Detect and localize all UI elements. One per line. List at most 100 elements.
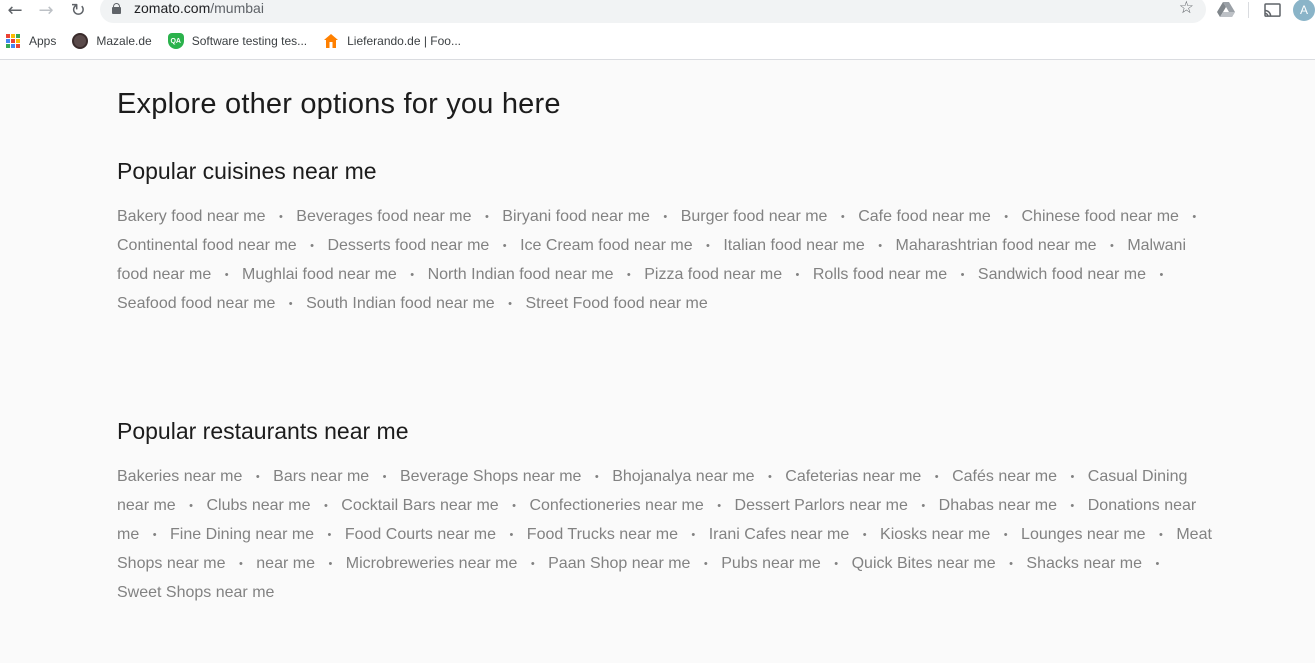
bookmark-software-testing[interactable]: QA Software testing tes... [167, 33, 307, 49]
restaurants-link[interactable]: Cafeterias near me [785, 468, 921, 485]
bookmark-apps[interactable]: Apps [6, 34, 56, 48]
restaurants-link[interactable]: Bakeries near me [117, 468, 242, 485]
restaurants-link[interactable]: Bars near me [273, 468, 369, 485]
cuisines-link[interactable]: Maharashtrian food near me [896, 237, 1097, 254]
cuisines-link[interactable]: Mughlai food near me [242, 266, 397, 283]
restaurants-link[interactable]: Cocktail Bars near me [341, 497, 498, 514]
profile-avatar[interactable]: A [1293, 0, 1315, 21]
cuisines-link[interactable]: Italian food near me [723, 237, 864, 254]
cast-icon[interactable] [1262, 0, 1282, 20]
qa-shield-favicon: QA [167, 33, 184, 49]
separator-dot: • [834, 558, 839, 570]
cuisines-link[interactable]: South Indian food near me [306, 295, 495, 312]
restaurants-link[interactable]: Confectioneries near me [529, 497, 703, 514]
bookmarks-bar: Apps Mazale.de QA Software testing tes..… [0, 30, 477, 52]
separator-dot: • [921, 500, 926, 512]
separator-dot: • [310, 240, 314, 252]
restaurants-link[interactable]: Clubs near me [206, 497, 310, 514]
cuisines-link[interactable]: Burger food near me [681, 208, 828, 225]
separator-dot: • [152, 529, 157, 541]
separator-dot: • [189, 500, 194, 512]
mazale-favicon [72, 33, 89, 49]
cuisines-link[interactable]: Seafood food near me [117, 295, 275, 312]
separator-dot: • [255, 471, 260, 483]
restaurants-link[interactable]: Shacks near me [1026, 555, 1142, 572]
separator-dot: • [626, 269, 631, 281]
url-text: zomato.com/mumbai [134, 0, 264, 16]
restaurants-link[interactable]: Microbreweries near me [346, 555, 518, 572]
restaurants-link[interactable]: Bhojanalya near me [612, 468, 754, 485]
bookmark-label: Lieferando.de | Foo... [347, 34, 461, 48]
toolbar-divider [1248, 2, 1249, 18]
separator-dot: • [1159, 269, 1164, 281]
separator-dot: • [327, 529, 332, 541]
lock-icon[interactable] [112, 3, 121, 14]
restaurants-link[interactable]: Pubs near me [721, 555, 821, 572]
cuisines-link[interactable]: Sandwich food near me [978, 266, 1146, 283]
separator-dot: • [278, 211, 283, 223]
forward-arrow-icon[interactable]: → [35, 0, 57, 21]
separator-dot: • [512, 500, 516, 512]
restaurants-link[interactable]: Food Trucks near me [527, 526, 678, 543]
separator-dot: • [706, 240, 710, 252]
restaurants-link[interactable]: Irani Cafes near me [709, 526, 850, 543]
google-drive-icon[interactable] [1216, 0, 1236, 20]
cuisines-link[interactable]: Continental food near me [117, 237, 297, 254]
reload-icon[interactable]: ↻ [67, 0, 89, 21]
restaurants-link[interactable]: Quick Bites near me [852, 555, 996, 572]
bookmark-lieferando[interactable]: Lieferando.de | Foo... [323, 33, 461, 49]
cuisines-heading: Popular cuisines near me [117, 158, 377, 184]
bookmark-star-icon[interactable]: ☆ [1179, 0, 1194, 18]
cuisines-link[interactable]: Beverages food near me [296, 208, 471, 225]
separator-dot: • [328, 558, 333, 570]
restaurants-link[interactable]: near me [256, 555, 315, 572]
restaurants-link[interactable]: Fine Dining near me [170, 526, 314, 543]
cuisines-link[interactable]: Pizza food near me [644, 266, 782, 283]
separator-dot: • [703, 558, 708, 570]
url-path: /mumbai [210, 0, 264, 16]
separator-dot: • [1070, 500, 1075, 512]
restaurants-link[interactable]: Lounges near me [1021, 526, 1146, 543]
cuisines-link[interactable]: Chinese food near me [1022, 208, 1179, 225]
cuisines-link[interactable]: Street Food food near me [525, 295, 707, 312]
separator-dot: • [795, 269, 800, 281]
separator-dot: • [484, 211, 489, 223]
cuisines-link[interactable]: Rolls food near me [813, 266, 947, 283]
separator-dot: • [502, 240, 507, 252]
separator-dot: • [530, 558, 535, 570]
separator-dot: • [767, 471, 772, 483]
separator-dot: • [382, 471, 387, 483]
restaurants-link[interactable]: Sweet Shops near me [117, 584, 274, 601]
separator-dot: • [509, 529, 514, 541]
separator-dot: • [717, 500, 722, 512]
lieferando-house-favicon [323, 33, 339, 49]
cuisines-link[interactable]: Biryani food near me [502, 208, 650, 225]
cuisines-link[interactable]: Desserts food near me [327, 237, 489, 254]
separator-dot: • [960, 269, 965, 281]
separator-dot: • [1192, 211, 1197, 223]
restaurants-link[interactable]: Dhabas near me [939, 497, 1057, 514]
separator-dot: • [1009, 558, 1013, 570]
back-arrow-icon[interactable]: ← [4, 0, 26, 21]
restaurants-link[interactable]: Food Courts near me [345, 526, 496, 543]
cuisines-link[interactable]: North Indian food near me [428, 266, 614, 283]
url-host: zomato.com [134, 0, 211, 16]
restaurants-link[interactable]: Dessert Parlors near me [735, 497, 908, 514]
cuisines-link[interactable]: Ice Cream food near me [520, 237, 693, 254]
separator-dot: • [594, 471, 599, 483]
restaurants-link[interactable]: Kiosks near me [880, 526, 990, 543]
separator-dot: • [1004, 211, 1009, 223]
cuisines-link[interactable]: Cafe food near me [858, 208, 991, 225]
address-bar[interactable]: zomato.com/mumbai ☆ [100, 0, 1206, 23]
separator-dot: • [878, 240, 883, 252]
restaurants-link[interactable]: Beverage Shops near me [400, 468, 581, 485]
bookmark-label: Mazale.de [96, 34, 152, 48]
restaurants-link[interactable]: Paan Shop near me [548, 555, 690, 572]
restaurants-link[interactable]: Cafés near me [952, 468, 1057, 485]
separator-dot: • [1070, 471, 1075, 483]
separator-dot: • [1003, 529, 1008, 541]
cuisines-link[interactable]: Bakery food near me [117, 208, 266, 225]
cuisines-link-list: Bakery food near me • Beverages food nea… [117, 203, 1217, 319]
apps-grid-icon [6, 34, 20, 48]
bookmark-mazale[interactable]: Mazale.de [72, 33, 152, 49]
